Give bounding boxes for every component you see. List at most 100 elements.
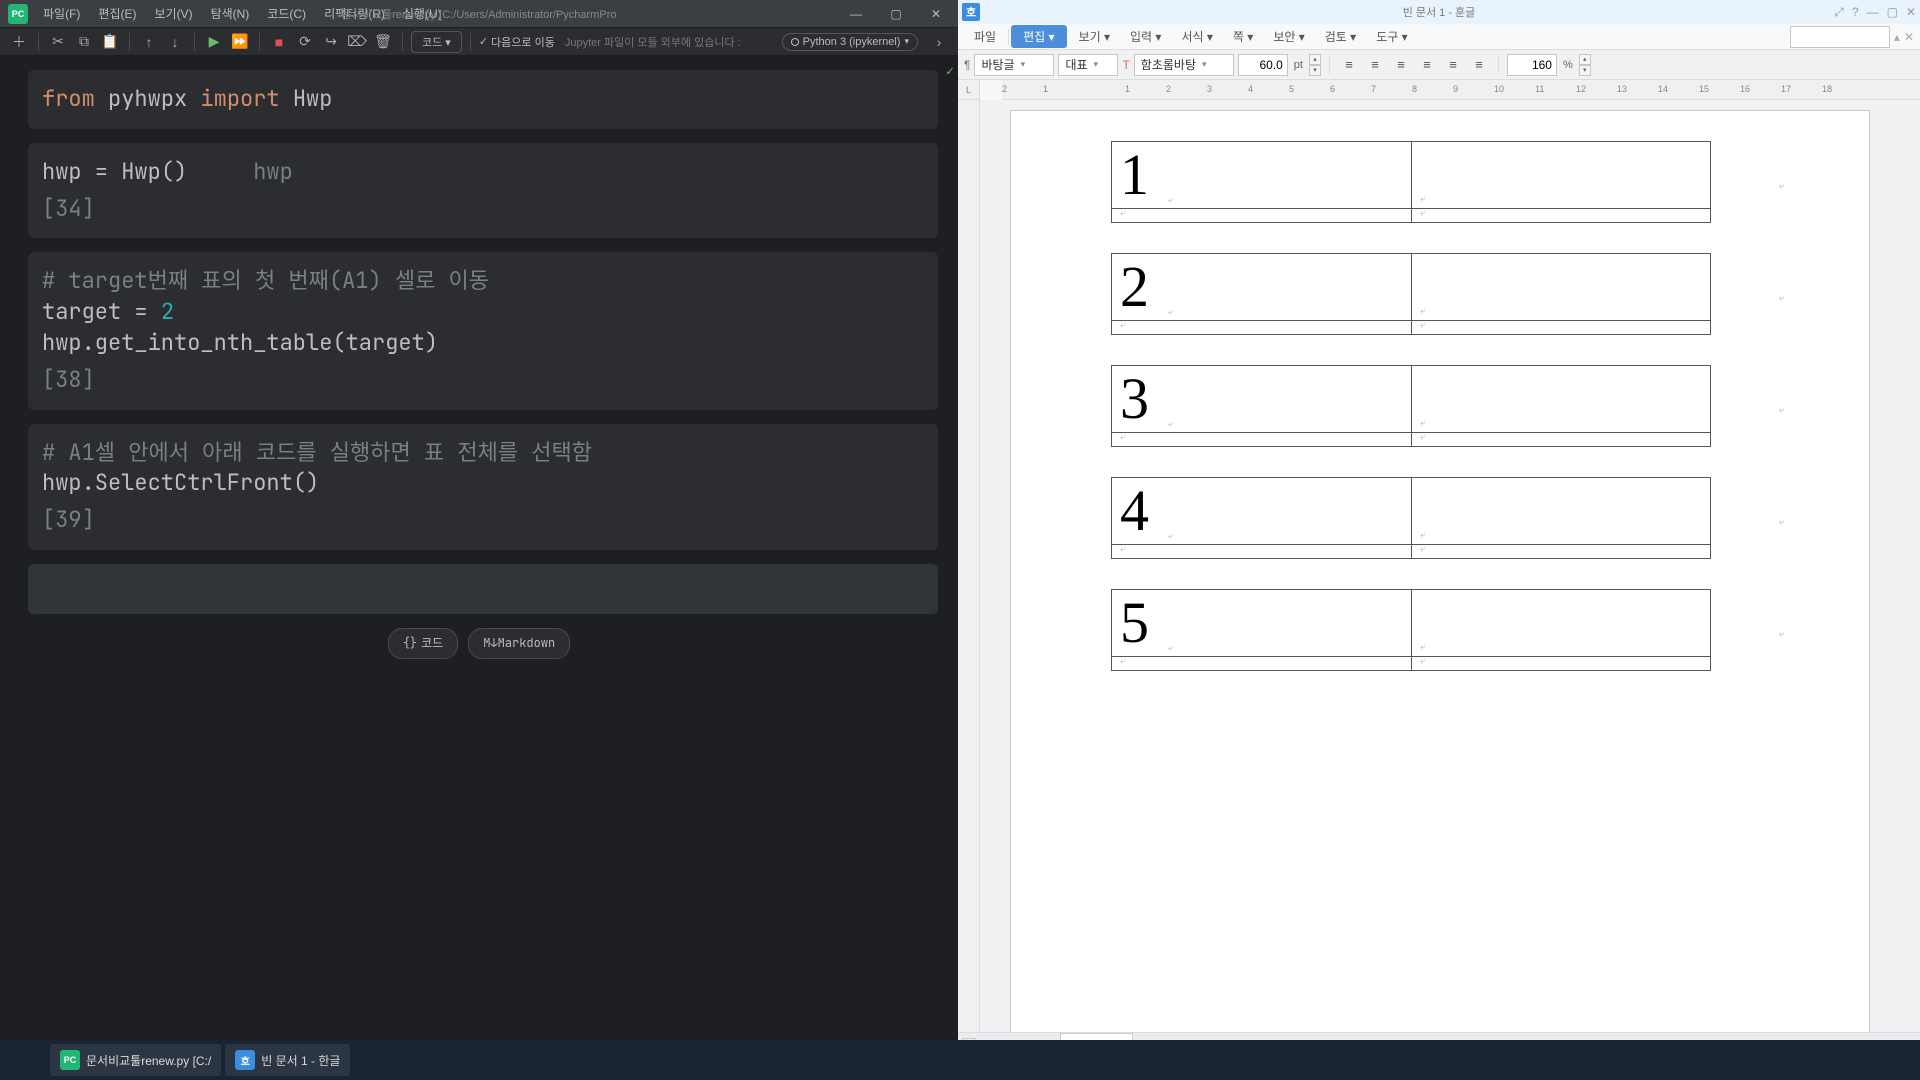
hwp-menu-item[interactable]: 검토 ▾: [1315, 28, 1366, 45]
stop-icon[interactable]: ■: [268, 31, 290, 53]
table-cell[interactable]: 1⤶: [1112, 142, 1412, 209]
code-line[interactable]: # A1셀 안에서 아래 코드를 실행하면 표 전체를 선택함: [42, 438, 924, 469]
close-search-icon[interactable]: ✕: [1904, 30, 1914, 44]
restart-icon[interactable]: ⟳: [294, 31, 316, 53]
spacing-down[interactable]: ▾: [1579, 65, 1591, 76]
code-line[interactable]: hwp.get_into_nth_table(target): [42, 328, 924, 359]
lang-combo[interactable]: 대표▾: [1058, 54, 1118, 76]
font-combo[interactable]: 함초롬바탕▾: [1134, 54, 1234, 76]
align-left-icon[interactable]: ≡: [1338, 54, 1360, 76]
document-page[interactable]: 1⤶⤶⤶⤶⤶2⤶⤶⤶⤶⤶3⤶⤶⤶⤶⤶4⤶⤶⤶⤶⤶5⤶⤶⤶⤶⤶: [1010, 110, 1870, 1032]
hwp-menu-item[interactable]: 쪽 ▾: [1223, 28, 1263, 45]
close-button[interactable]: ✕: [916, 0, 956, 28]
pycharm-menu-item[interactable]: 탐색(N): [202, 5, 259, 22]
expand-icon[interactable]: ⤢: [1834, 5, 1844, 20]
code-line[interactable]: from pyhwpx import Hwp: [42, 84, 924, 115]
code-cell[interactable]: # target번째 표의 첫 번째(A1) 셀로 이동target = 2hw…: [28, 252, 938, 409]
table-cell[interactable]: ⤶: [1412, 478, 1711, 545]
table-cell[interactable]: ⤶: [1412, 142, 1711, 209]
align-justify-icon[interactable]: ≡: [1416, 54, 1438, 76]
add-code-button[interactable]: {} 코드: [388, 628, 459, 659]
search-input[interactable]: [1790, 26, 1890, 48]
minimize-button[interactable]: —: [836, 0, 876, 28]
move-up-icon[interactable]: ↑: [138, 31, 160, 53]
table-cell[interactable]: ⤶: [1412, 545, 1711, 559]
table-cell[interactable]: ⤶: [1412, 209, 1711, 223]
more-icon[interactable]: ›: [928, 31, 950, 53]
align-dist2-icon[interactable]: ≡: [1468, 54, 1490, 76]
pycharm-menu-item[interactable]: 편집(E): [89, 5, 145, 22]
table-cell[interactable]: ⤶: [1112, 209, 1412, 223]
table-cell[interactable]: ⤶: [1412, 590, 1711, 657]
code-line[interactable]: hwp = Hwp() hwp: [42, 157, 924, 188]
hwp-menu-item[interactable]: 입력 ▾: [1120, 28, 1171, 45]
start-button[interactable]: [6, 1044, 46, 1076]
hwp-menu-item[interactable]: 보기 ▾: [1069, 28, 1120, 45]
code-cell[interactable]: hwp = Hwp() hwp[34]: [28, 143, 938, 239]
table-cell[interactable]: 4⤶: [1112, 478, 1412, 545]
table-cell[interactable]: ⤶: [1412, 254, 1711, 321]
code-cell[interactable]: [28, 564, 938, 614]
hwp-menu-edit[interactable]: 편집 ▾: [1011, 25, 1066, 48]
table-cell[interactable]: ⤶: [1412, 321, 1711, 335]
clear-icon[interactable]: ⌦: [346, 31, 368, 53]
kernel-selector[interactable]: Python 3 (ipykernel) ▾: [782, 33, 918, 51]
table-cell[interactable]: ⤶: [1112, 545, 1412, 559]
paste-icon[interactable]: 📋: [99, 31, 121, 53]
hwp-menu-item[interactable]: 도구 ▾: [1366, 28, 1417, 45]
line-spacing-input[interactable]: [1507, 54, 1557, 76]
run-all-icon[interactable]: ⏩: [229, 31, 251, 53]
code-cell[interactable]: from pyhwpx import Hwp: [28, 70, 938, 129]
autojump-checkbox[interactable]: ✓ 다음으로 이동: [479, 34, 555, 50]
hwp-menu-file[interactable]: 파일: [964, 28, 1006, 45]
pycharm-menu-item[interactable]: 파일(F): [34, 5, 89, 22]
document-table[interactable]: 2⤶⤶⤶⤶: [1111, 253, 1711, 335]
pycharm-menu-item[interactable]: 코드(C): [258, 5, 315, 22]
table-cell[interactable]: ⤶: [1112, 433, 1412, 447]
taskbar-pycharm[interactable]: PC 문서비교툴renew.py [C:/: [50, 1044, 221, 1076]
cell-type-dropdown[interactable]: 코드 ▾: [411, 31, 462, 53]
table-cell[interactable]: 2⤶: [1112, 254, 1412, 321]
hwp-menu-item[interactable]: 서식 ▾: [1171, 28, 1222, 45]
step-icon[interactable]: ↪: [320, 31, 342, 53]
run-cell-icon[interactable]: ▶: [203, 31, 225, 53]
spacing-up[interactable]: ▴: [1579, 54, 1591, 65]
align-dist-icon[interactable]: ≡: [1442, 54, 1464, 76]
table-cell[interactable]: ⤶: [1112, 657, 1412, 671]
table-cell[interactable]: 3⤶: [1112, 366, 1412, 433]
gutter-run-icon[interactable]: ✓: [946, 62, 954, 80]
search-collapse-icon[interactable]: ▴: [1894, 30, 1900, 44]
maximize-button[interactable]: ▢: [876, 0, 916, 28]
hwp-menu-item[interactable]: 보안 ▾: [1263, 28, 1314, 45]
table-cell[interactable]: ⤶: [1112, 321, 1412, 335]
font-size-input[interactable]: [1238, 54, 1288, 76]
table-cell[interactable]: ⤶: [1412, 433, 1711, 447]
move-down-icon[interactable]: ↓: [164, 31, 186, 53]
table-cell[interactable]: 5⤶: [1112, 590, 1412, 657]
code-line[interactable]: # target번째 표의 첫 번째(A1) 셀로 이동: [42, 266, 924, 297]
cut-icon[interactable]: ✂: [47, 31, 69, 53]
vertical-ruler[interactable]: [958, 100, 980, 1032]
font-size-up[interactable]: ▴: [1309, 54, 1321, 65]
style-combo[interactable]: 바탕글▾: [974, 54, 1054, 76]
copy-icon[interactable]: ⧉: [73, 31, 95, 53]
add-cell-icon[interactable]: ＋: [8, 31, 30, 53]
hwp-maximize-button[interactable]: ▢: [1887, 5, 1898, 19]
table-cell[interactable]: ⤶: [1412, 657, 1711, 671]
delete-icon[interactable]: 🗑: [372, 31, 394, 53]
document-table[interactable]: 1⤶⤶⤶⤶: [1111, 141, 1711, 223]
document-table[interactable]: 3⤶⤶⤶⤶: [1111, 365, 1711, 447]
document-table[interactable]: 4⤶⤶⤶⤶: [1111, 477, 1711, 559]
hwp-minimize-button[interactable]: —: [1867, 5, 1879, 19]
document-table[interactable]: 5⤶⤶⤶⤶: [1111, 589, 1711, 671]
help-icon[interactable]: ?: [1852, 5, 1859, 19]
font-size-down[interactable]: ▾: [1309, 65, 1321, 76]
code-line[interactable]: hwp.SelectCtrlFront(): [42, 468, 924, 499]
hwp-close-button[interactable]: ✕: [1906, 5, 1916, 19]
pycharm-menu-item[interactable]: 보기(V): [145, 5, 201, 22]
horizontal-ruler[interactable]: 21123456789101112131415161718: [1002, 80, 1920, 100]
align-center-icon[interactable]: ≡: [1364, 54, 1386, 76]
code-line[interactable]: target = 2: [42, 297, 924, 328]
add-markdown-button[interactable]: M↓Markdown: [468, 628, 570, 659]
taskbar-hwp[interactable]: 호 빈 문서 1 - 한글: [225, 1044, 350, 1076]
